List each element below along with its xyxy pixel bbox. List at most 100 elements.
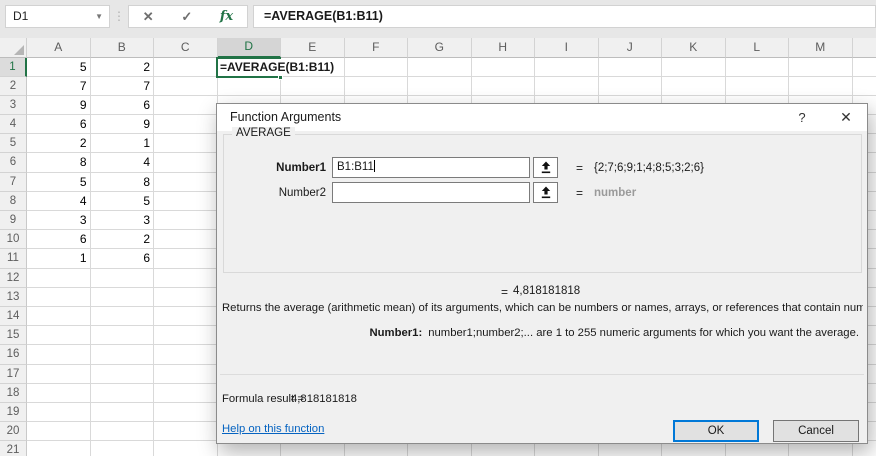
cell-C8[interactable] [154, 191, 218, 211]
cell-A5[interactable]: 2 [27, 134, 91, 154]
cell-M1[interactable] [789, 57, 853, 77]
cell-D2[interactable] [217, 76, 281, 96]
column-header-E[interactable]: E [281, 38, 345, 58]
cell-L2[interactable] [725, 76, 789, 96]
number2-input[interactable] [332, 182, 530, 203]
cell-C17[interactable] [154, 364, 218, 384]
cell-G2[interactable] [408, 76, 472, 96]
cell-A6[interactable]: 8 [27, 153, 91, 173]
cell-C5[interactable] [154, 134, 218, 154]
row-header-5[interactable]: 5 [0, 134, 27, 154]
cell-C14[interactable] [154, 306, 218, 327]
cell-B11[interactable]: 6 [90, 249, 154, 269]
row-header-10[interactable]: 10 [0, 230, 27, 250]
number1-range-select-icon[interactable] [533, 157, 558, 178]
cell-K2[interactable] [662, 76, 726, 96]
cell-A16[interactable] [27, 345, 91, 365]
cell-A4[interactable]: 6 [27, 115, 91, 135]
cell-A2[interactable]: 7 [27, 76, 91, 96]
row-header-3[interactable]: 3 [0, 95, 27, 116]
cell-C1[interactable] [154, 57, 218, 77]
name-box[interactable]: D1 ▼ [5, 5, 110, 28]
cell-A20[interactable] [27, 422, 91, 442]
cell-B20[interactable] [90, 422, 154, 442]
cell-H2[interactable] [471, 76, 535, 96]
cell-B13[interactable] [90, 287, 154, 307]
cell-B6[interactable]: 4 [90, 153, 154, 173]
cell-H1[interactable] [471, 57, 535, 77]
cell-B5[interactable]: 1 [90, 134, 154, 154]
dialog-help-icon[interactable]: ? [793, 104, 811, 131]
cell-C2[interactable] [154, 76, 218, 96]
row-header-18[interactable]: 18 [0, 383, 27, 403]
cell-A1[interactable]: 5 [27, 57, 91, 77]
cell-C11[interactable] [154, 249, 218, 269]
name-box-dropdown-icon[interactable]: ▼ [95, 6, 103, 27]
insert-function-icon[interactable]: fx [220, 9, 233, 24]
cell-B7[interactable]: 8 [90, 172, 154, 192]
row-header-2[interactable]: 2 [0, 76, 27, 96]
column-header-B[interactable]: B [90, 38, 154, 58]
row-header-21[interactable]: 21 [0, 441, 27, 456]
cell-B9[interactable]: 3 [90, 211, 154, 231]
cell-C20[interactable] [154, 422, 218, 442]
cell-J2[interactable] [598, 76, 662, 96]
column-header-F[interactable]: F [344, 38, 408, 58]
row-header-20[interactable]: 20 [0, 422, 27, 442]
cell-M2[interactable] [789, 76, 853, 96]
row-header-9[interactable]: 9 [0, 211, 27, 231]
row-header-13[interactable]: 13 [0, 287, 27, 307]
cell-C12[interactable] [154, 268, 218, 288]
row-header-12[interactable]: 12 [0, 268, 27, 288]
cell-C4[interactable] [154, 115, 218, 135]
number2-range-select-icon[interactable] [533, 182, 558, 203]
cell-A12[interactable] [27, 268, 91, 288]
cell-B14[interactable] [90, 306, 154, 327]
cell-B16[interactable] [90, 345, 154, 365]
number1-input[interactable]: B1:B11 [332, 157, 530, 178]
cell-C13[interactable] [154, 287, 218, 307]
column-header-D[interactable]: D [217, 38, 281, 58]
cell-B17[interactable] [90, 364, 154, 384]
cell-F1[interactable] [344, 57, 408, 77]
cell-G1[interactable] [408, 57, 472, 77]
cell-B4[interactable]: 9 [90, 115, 154, 135]
cell-B15[interactable] [90, 326, 154, 346]
cell-B18[interactable] [90, 383, 154, 403]
cell-B10[interactable]: 2 [90, 230, 154, 250]
column-header-A[interactable]: A [27, 38, 91, 58]
cell-A13[interactable] [27, 287, 91, 307]
cell-B2[interactable]: 7 [90, 76, 154, 96]
formula-input[interactable]: =AVERAGE(B1:B11) [253, 5, 876, 28]
cell-A19[interactable] [27, 402, 91, 423]
cell-C10[interactable] [154, 230, 218, 250]
close-icon[interactable]: ✕ [829, 104, 863, 131]
row-header-19[interactable]: 19 [0, 402, 27, 423]
cell-B21[interactable] [90, 441, 154, 456]
cell-A18[interactable] [27, 383, 91, 403]
cancel-entry-icon[interactable]: ✕ [143, 9, 154, 25]
cancel-button[interactable]: Cancel [773, 420, 859, 442]
help-on-function-link[interactable]: Help on this function [222, 423, 324, 435]
column-header-M[interactable]: M [789, 38, 853, 58]
enter-entry-icon[interactable]: ✓ [181, 9, 192, 25]
column-header-L[interactable]: L [725, 38, 789, 58]
cell-I2[interactable] [535, 76, 599, 96]
cell-C21[interactable] [154, 441, 218, 456]
column-header-C[interactable]: C [154, 38, 218, 58]
active-cell-d1[interactable]: =AVERAGE(B1:B11) [216, 57, 338, 80]
cell-I1[interactable] [535, 57, 599, 77]
cell-B19[interactable] [90, 402, 154, 423]
select-all-corner[interactable] [0, 38, 27, 58]
cell-B12[interactable] [90, 268, 154, 288]
cell-C18[interactable] [154, 383, 218, 403]
column-header-H[interactable]: H [471, 38, 535, 58]
cell-A7[interactable]: 5 [27, 172, 91, 192]
cell-C6[interactable] [154, 153, 218, 173]
cell-C3[interactable] [154, 95, 218, 116]
cell-A3[interactable]: 9 [27, 95, 91, 116]
row-header-4[interactable]: 4 [0, 115, 27, 135]
column-header-I[interactable]: I [535, 38, 599, 58]
cell-A10[interactable]: 6 [27, 230, 91, 250]
row-header-6[interactable]: 6 [0, 153, 27, 173]
